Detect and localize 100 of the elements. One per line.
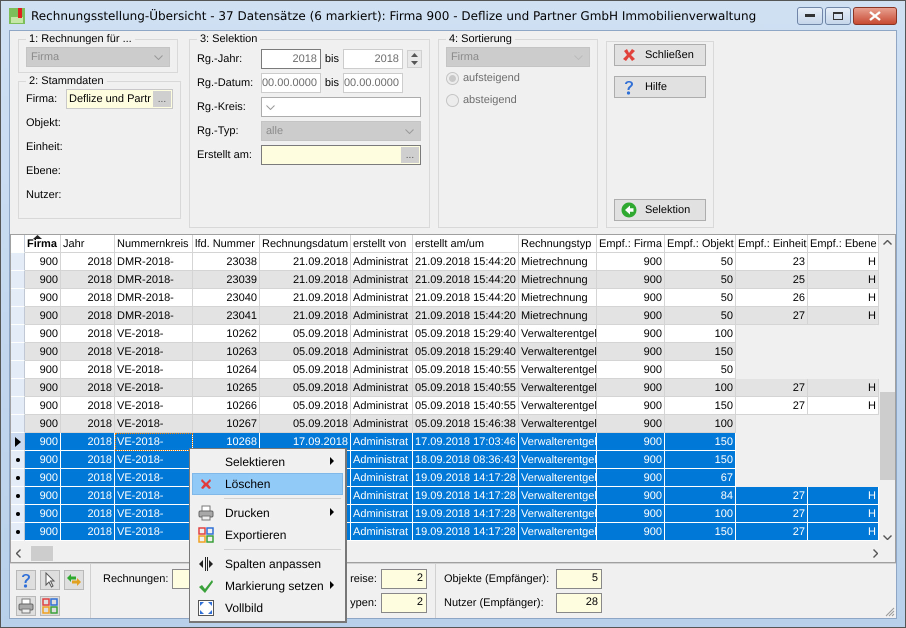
table-cell: Verwalterentgel bbox=[519, 415, 597, 433]
table-cell: 900 bbox=[597, 307, 665, 325]
row-header[interactable] bbox=[11, 469, 25, 487]
table-cell: 10267 bbox=[193, 415, 260, 433]
menu-item[interactable]: Vollbild bbox=[192, 597, 343, 619]
column-header[interactable]: Firma bbox=[25, 235, 61, 253]
table-cell: 17.09.2018 17:03:46 bbox=[413, 433, 519, 451]
radio-label: absteigend bbox=[462, 94, 517, 106]
menu-item[interactable]: Drucken bbox=[192, 502, 343, 524]
browse-button[interactable]: ... bbox=[400, 147, 419, 163]
input-field[interactable]: 00.00.0000 bbox=[342, 73, 403, 93]
table-cell: 900 bbox=[25, 415, 61, 433]
table-cell: 2018 bbox=[61, 343, 115, 361]
table-cell: 2018 bbox=[61, 271, 115, 289]
action-button[interactable]: Selektion bbox=[614, 199, 706, 221]
column-header[interactable]: Jahr bbox=[61, 235, 115, 253]
input-field[interactable]: 2018 bbox=[260, 49, 321, 69]
table-cell: Mietrechnung bbox=[519, 307, 597, 325]
menu-item[interactable]: Spalten anpassen bbox=[192, 553, 343, 575]
table-cell: 2018 bbox=[61, 487, 115, 505]
spinner[interactable] bbox=[406, 50, 422, 68]
menu-item[interactable]: Exportieren bbox=[192, 524, 343, 546]
scrollbar-thumb[interactable] bbox=[880, 392, 894, 480]
table-cell: 900 bbox=[25, 433, 61, 451]
table-cell: Administrat bbox=[351, 469, 413, 487]
column-header[interactable]: Empf.: Objekt bbox=[665, 235, 736, 253]
up-arrow-icon bbox=[410, 53, 418, 57]
table-cell: 27 bbox=[736, 307, 808, 325]
table-cell: H bbox=[808, 487, 879, 505]
row-header[interactable] bbox=[11, 451, 25, 469]
range-separator: bis bbox=[324, 53, 340, 65]
toolbar-button[interactable] bbox=[16, 596, 36, 616]
menu-item[interactable]: Löschen bbox=[192, 473, 343, 495]
column-header[interactable]: Rechnungsdatum bbox=[260, 235, 351, 253]
table-cell: 900 bbox=[25, 523, 61, 541]
table-cell: 2018 bbox=[61, 523, 115, 541]
table-cell: 900 bbox=[25, 271, 61, 289]
table-cell: Administrat bbox=[351, 397, 413, 415]
company-field[interactable]: Deflize und Partr ... bbox=[66, 89, 173, 109]
toolbar-button[interactable] bbox=[40, 570, 60, 590]
table-cell: H bbox=[808, 397, 879, 415]
input-field[interactable]: 00.00.0000 bbox=[260, 73, 321, 93]
dropdown[interactable] bbox=[260, 97, 421, 117]
table-cell: Administrat bbox=[351, 523, 413, 541]
column-header[interactable]: Nummernkreis bbox=[115, 235, 193, 253]
minimize-button[interactable] bbox=[797, 7, 823, 25]
field-label: Rg.-Datum: bbox=[196, 77, 254, 89]
count-field: 2 bbox=[380, 569, 427, 589]
table-cell: 21.09.2018 15:44:20 bbox=[413, 289, 519, 307]
column-header[interactable]: erstellt am/um bbox=[413, 235, 519, 253]
table-cell: VE-2018- bbox=[115, 415, 193, 433]
close-button[interactable] bbox=[853, 7, 897, 25]
table-cell: DMR-2018- bbox=[115, 271, 193, 289]
table-cell: 18.09.2018 08:36:43 bbox=[413, 451, 519, 469]
row-header[interactable] bbox=[11, 523, 25, 541]
table-cell: 50 bbox=[665, 271, 736, 289]
table-cell: 2018 bbox=[61, 379, 115, 397]
toolbar-button[interactable] bbox=[16, 570, 36, 590]
menu-item[interactable]: Markierung setzen bbox=[192, 575, 343, 597]
resize-grip-icon[interactable] bbox=[885, 607, 895, 617]
action-button[interactable]: Schließen bbox=[614, 44, 706, 66]
toolbar-button[interactable] bbox=[40, 596, 60, 616]
table-cell: Administrat bbox=[351, 289, 413, 307]
chevron-down-icon bbox=[266, 104, 275, 110]
close-x-icon bbox=[620, 47, 637, 63]
column-header[interactable]: Empf.: Ebene bbox=[808, 235, 879, 253]
table-cell: Administrat bbox=[351, 361, 413, 379]
action-button[interactable]: Hilfe bbox=[614, 76, 706, 98]
table-cell: 05.09.2018 bbox=[260, 415, 351, 433]
grid-corner bbox=[11, 235, 25, 253]
table-cell: 05.09.2018 bbox=[260, 343, 351, 361]
column-header[interactable]: Empf.: Einheit bbox=[736, 235, 808, 253]
count-field: 28 bbox=[556, 593, 602, 613]
table-cell: 900 bbox=[597, 451, 665, 469]
scrollbar-thumb[interactable] bbox=[31, 546, 53, 561]
row-header[interactable] bbox=[11, 433, 25, 451]
column-header[interactable]: lfd. Nummer bbox=[193, 235, 260, 253]
table-cell: 19.09.2018 14:17:28 bbox=[413, 469, 519, 487]
column-header[interactable]: Empf.: Firma bbox=[597, 235, 665, 253]
table-cell: 21.09.2018 15:44:20 bbox=[413, 271, 519, 289]
table-cell: 900 bbox=[597, 361, 665, 379]
maximize-button[interactable] bbox=[825, 7, 851, 25]
date-field[interactable]: ... bbox=[260, 145, 421, 165]
field-label: Rg.-Kreis: bbox=[196, 101, 247, 113]
column-header[interactable]: Rechnungstyp bbox=[519, 235, 597, 253]
table-cell: 23038 bbox=[193, 253, 260, 271]
row-header[interactable] bbox=[11, 487, 25, 505]
input-field[interactable]: 2018 bbox=[342, 49, 403, 69]
table-cell: 19.09.2018 14:17:28 bbox=[413, 505, 519, 523]
table-cell: 26 bbox=[736, 289, 808, 307]
column-header[interactable]: erstellt von bbox=[351, 235, 413, 253]
table-cell: 2018 bbox=[61, 361, 115, 379]
table-cell: Verwalterentgel bbox=[519, 379, 597, 397]
table-cell: 900 bbox=[25, 379, 61, 397]
menu-item[interactable]: Selektieren bbox=[192, 451, 343, 473]
field-label: Objekt: bbox=[26, 117, 62, 129]
table-cell: 900 bbox=[25, 307, 61, 325]
browse-button[interactable]: ... bbox=[152, 91, 171, 107]
row-header[interactable] bbox=[11, 505, 25, 523]
table-cell: Administrat bbox=[351, 379, 413, 397]
